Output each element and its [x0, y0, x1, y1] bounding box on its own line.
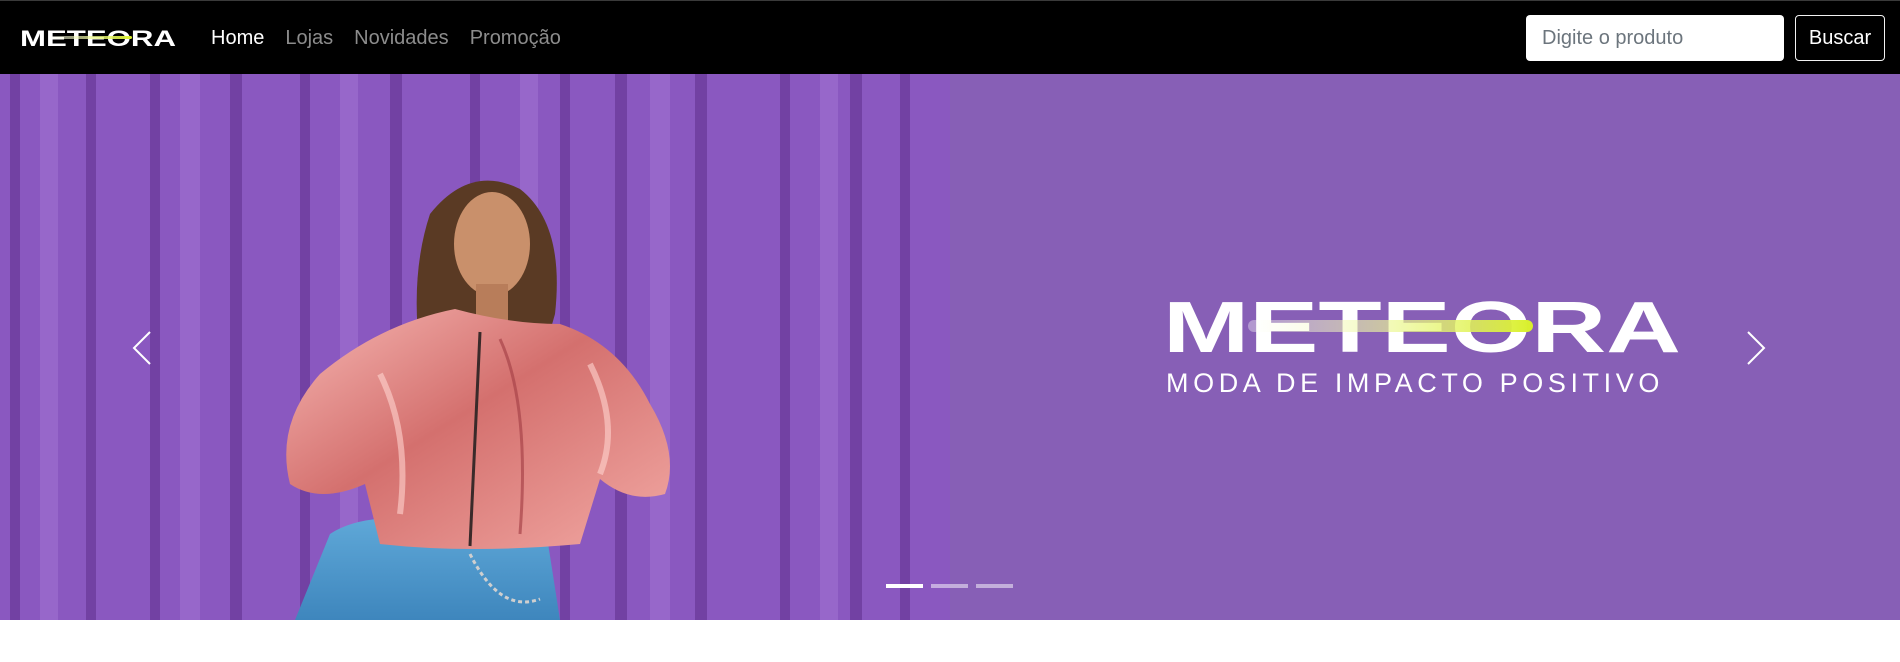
- carousel-indicator-3[interactable]: [976, 584, 1013, 588]
- navbar: METEORA Home Lojas Novidades Promoção Bu…: [0, 0, 1900, 74]
- banner-tagline: MODA DE IMPACTO POSITIVO: [1166, 368, 1664, 398]
- nav-link-lojas[interactable]: Lojas: [285, 27, 333, 50]
- chevron-left-icon: [132, 331, 151, 365]
- banner-logo: METEORA: [1163, 292, 1683, 362]
- carousel-indicator-1[interactable]: [886, 584, 923, 588]
- carousel-indicators: [886, 584, 1021, 588]
- search-button[interactable]: Buscar: [1795, 15, 1885, 61]
- nav-link-home[interactable]: Home: [211, 27, 264, 50]
- chevron-right-icon: [1747, 331, 1766, 365]
- brand-logo[interactable]: METEORA: [20, 27, 178, 49]
- meteora-logo-mark: METEORA: [20, 27, 176, 49]
- carousel-prev-button[interactable]: [122, 318, 162, 378]
- nav-link-promocao[interactable]: Promoção: [470, 27, 561, 50]
- banner-logo-mark: METEORA: [1163, 292, 1681, 362]
- search-form: Buscar: [1526, 15, 1885, 61]
- main-nav: Home Lojas Novidades Promoção: [211, 1, 582, 75]
- carousel-indicator-2[interactable]: [931, 584, 968, 588]
- carousel-next-button[interactable]: [1736, 318, 1776, 378]
- search-input[interactable]: [1526, 15, 1784, 61]
- hero-carousel: METEORA MODA DE IMPACTO POSITIVO: [0, 74, 1900, 620]
- nav-link-novidades[interactable]: Novidades: [354, 27, 449, 50]
